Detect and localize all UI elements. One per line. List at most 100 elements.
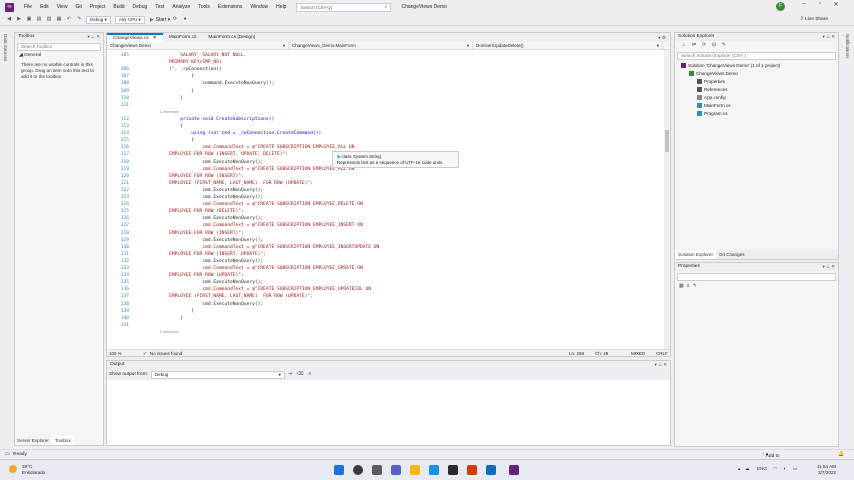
avatar[interactable]: F <box>776 2 785 11</box>
close-tab-icon[interactable]: ✕ <box>153 36 157 41</box>
tab-toolbox[interactable]: Toolbox <box>51 436 74 445</box>
office-icon[interactable] <box>467 465 477 475</box>
member-dropdown[interactable]: DoInsertUpdateDelete() ▾ <box>473 42 663 50</box>
word-wrap-icon[interactable]: ≡ <box>306 371 313 378</box>
tab-list-icon[interactable]: ▾ ⚙ <box>658 33 666 42</box>
menu-item[interactable]: View <box>53 4 72 10</box>
panel-controls-icon[interactable]: ▾ ⊥ ✕ <box>823 33 835 41</box>
edge-icon[interactable] <box>429 465 439 475</box>
minimize-icon[interactable]: – <box>797 1 811 7</box>
task-view-icon[interactable] <box>372 465 382 475</box>
project-dropdown[interactable]: ChangeViews Demo ▾ <box>107 42 289 50</box>
categorized-icon[interactable]: ▦ <box>679 283 684 289</box>
collapse-icon[interactable]: ⊟ <box>711 42 718 49</box>
type-dropdown[interactable]: ChangeViews_Demo.MainForm ▾ <box>289 42 473 50</box>
back-icon[interactable]: ◀ <box>6 16 13 23</box>
codelens-reference[interactable]: 1 reference <box>147 109 179 116</box>
tabs-mode[interactable]: MIXED <box>631 350 645 357</box>
menu-item[interactable]: Project <box>86 4 110 10</box>
weather-widget[interactable]: 28°C Ensolarado <box>22 464 45 476</box>
find-message-icon[interactable]: ⇥ <box>286 371 293 378</box>
notifications-tab[interactable]: Notifications <box>845 34 850 59</box>
tree-item[interactable]: ChangeViews Demo <box>675 70 838 78</box>
home-icon[interactable]: ⌂ <box>681 42 688 49</box>
panel-controls-icon[interactable]: ▾ ⊥ ✕ <box>88 33 100 41</box>
tree-item[interactable]: Program.cs <box>675 110 838 118</box>
menu-item[interactable]: Test <box>151 4 168 10</box>
panel-controls-icon[interactable]: ▾ ⊥ ✕ <box>655 361 667 369</box>
clock[interactable]: 11:54 AM 3/7/2022 <box>808 464 836 476</box>
mail-icon[interactable] <box>486 465 496 475</box>
redo-icon[interactable]: ↷ <box>76 16 83 23</box>
solution-search-input[interactable]: Search Solution Explorer (Ctrl+;) <box>677 52 836 60</box>
sync-icon[interactable]: ⟳ <box>701 42 708 49</box>
tab-git-changes[interactable]: Git Changes <box>716 250 748 259</box>
search-input[interactable]: Search (Ctrl+Q) ⌕ <box>296 2 392 12</box>
visual-studio-taskbar-icon[interactable] <box>509 465 519 475</box>
menu-item[interactable]: Tools <box>194 4 214 10</box>
taskbar-search-icon[interactable] <box>353 465 363 475</box>
menu-item[interactable]: Help <box>272 4 290 10</box>
notification-bell-icon[interactable]: 🔔 <box>838 452 844 457</box>
undo-icon[interactable]: ↶ <box>66 16 73 23</box>
close-icon[interactable]: ✕ <box>829 1 843 8</box>
zoom-level[interactable]: 100 % <box>109 350 122 357</box>
issues-status[interactable]: No issues found <box>150 350 182 357</box>
vertical-scrollbar[interactable] <box>664 50 670 350</box>
maximize-icon[interactable]: ▫ <box>813 1 827 7</box>
data-sources-tab[interactable]: Data Sources <box>3 34 8 61</box>
open-icon[interactable]: ▤ <box>36 16 43 23</box>
save-icon[interactable]: ▥ <box>46 16 53 23</box>
menu-item[interactable]: Extensions <box>214 4 246 10</box>
file-explorer-icon[interactable] <box>410 465 420 475</box>
tree-item[interactable]: References <box>675 86 838 94</box>
configuration-dropdown[interactable]: Debug ▾ <box>86 15 111 24</box>
volume-icon[interactable]: ◖ <box>783 466 786 471</box>
battery-icon[interactable]: ▭ <box>793 466 797 472</box>
clear-all-icon[interactable]: ⌫ <box>296 371 303 378</box>
menu-item[interactable]: Git <box>71 4 85 10</box>
scrollbar-thumb[interactable] <box>665 130 669 152</box>
line-endings[interactable]: CRLF <box>656 350 668 357</box>
new-item-icon[interactable]: ▣ <box>26 16 33 23</box>
code-area[interactable]: 105 SALARY SALARY NOT NULL, PRIMARY KEY(… <box>107 50 670 333</box>
start-button[interactable]: ▶ Start ▾ <box>150 17 170 23</box>
teams-chat-icon[interactable] <box>391 465 401 475</box>
windows-start-icon[interactable] <box>334 465 344 475</box>
panel-controls-icon[interactable]: ▾ ⊥ ✕ <box>823 263 835 271</box>
tab-mainform-cs[interactable]: MainForm.cs <box>163 33 203 42</box>
menu-item[interactable]: Debug <box>129 4 152 10</box>
tab-changeviews-cs[interactable]: ChangeViews.cs ✕ <box>107 33 163 42</box>
tree-item[interactable]: App.config <box>675 94 838 102</box>
tab-mainform-design[interactable]: MainForm.cs [Design] <box>202 33 261 42</box>
menu-item[interactable]: Build <box>109 4 128 10</box>
forward-icon[interactable]: ▶ <box>16 16 23 23</box>
menu-item[interactable]: File <box>20 4 36 10</box>
breakpoint-icon[interactable]: ● <box>182 16 189 23</box>
wrench-icon[interactable]: ✎ <box>721 42 728 49</box>
properties-object-dropdown[interactable] <box>677 273 836 281</box>
menu-item[interactable]: Analyze <box>168 4 194 10</box>
tab-solution-explorer[interactable]: Solution Explorer <box>675 250 716 259</box>
wifi-icon[interactable]: ◠ <box>773 466 777 472</box>
add-to-source-control[interactable]: ↑ Add to Source Control ▴ <box>762 452 781 469</box>
tree-item[interactable]: Solution 'ChangeViews Demo' (1 of 1 proj… <box>675 62 838 70</box>
output-source-dropdown[interactable]: Debug ▾ <box>150 370 285 379</box>
switch-views-icon[interactable]: ⇄ <box>691 42 698 49</box>
onedrive-icon[interactable]: ☁ <box>745 466 750 472</box>
tree-item[interactable]: Properties <box>675 78 838 86</box>
platform-dropdown[interactable]: Any CPU ▾ <box>114 15 145 24</box>
save-all-icon[interactable]: ▦ <box>56 16 63 23</box>
tree-item[interactable]: MainForm.cs <box>675 102 838 110</box>
tray-chevron-icon[interactable]: ▴ <box>738 466 740 472</box>
hot-reload-icon[interactable]: ⟳ <box>172 16 179 23</box>
store-icon[interactable] <box>448 465 458 475</box>
menu-item[interactable]: Edit <box>36 4 53 10</box>
language-indicator[interactable]: ENG <box>757 466 767 471</box>
toolbox-search-input[interactable]: Search Toolbox <box>17 43 101 51</box>
menu-item[interactable]: Window <box>246 4 272 10</box>
codelens-reference[interactable]: 1 reference <box>147 329 179 333</box>
live-share-button[interactable]: ⇧ Live Share <box>800 17 828 22</box>
tab-server-explorer[interactable]: Server Explorer <box>14 436 52 445</box>
property-pages-icon[interactable]: ✎ <box>693 283 697 289</box>
